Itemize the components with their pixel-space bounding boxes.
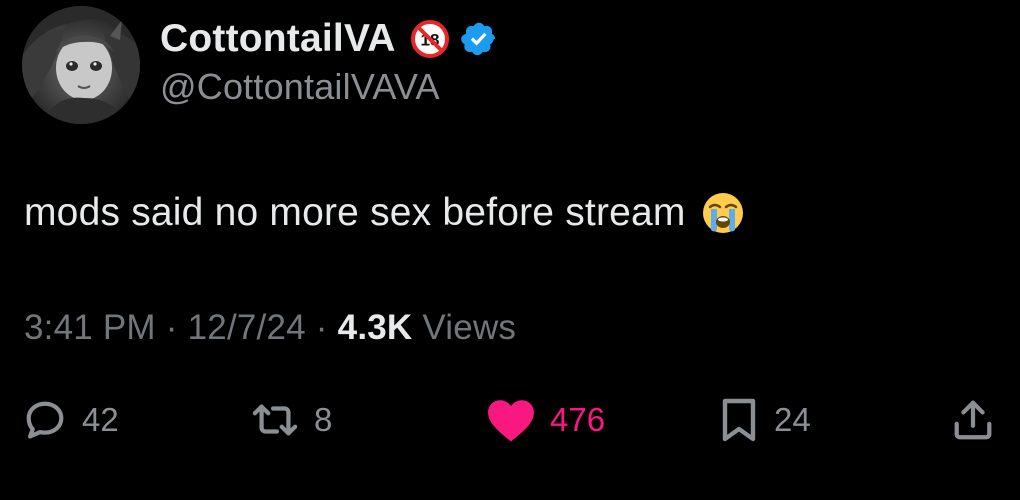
bookmark-icon bbox=[722, 398, 756, 442]
bookmark-button[interactable]: 24 bbox=[718, 390, 811, 450]
repost-icon bbox=[252, 404, 298, 436]
repost-button[interactable]: 8 bbox=[250, 390, 332, 450]
author-name-row: CottontailVA 18 bbox=[160, 14, 498, 64]
action-bar: 42 8 476 24 bbox=[0, 390, 1020, 450]
share-icon bbox=[954, 400, 992, 440]
like-button[interactable]: 476 bbox=[486, 390, 605, 450]
share-button[interactable] bbox=[950, 390, 996, 450]
display-name[interactable]: CottontailVA bbox=[160, 17, 396, 61]
tweet-time[interactable]: 3:41 PM bbox=[24, 308, 156, 348]
verified-icon[interactable] bbox=[460, 20, 498, 58]
crying-face-emoji-icon bbox=[700, 190, 746, 236]
views-count: 4.3K bbox=[337, 308, 413, 347]
author-handle[interactable]: @CottontailVAVA bbox=[160, 66, 440, 108]
bookmark-count: 24 bbox=[774, 401, 811, 438]
age-restricted-icon: 18 bbox=[410, 19, 450, 59]
meta-separator: · bbox=[315, 308, 328, 347]
tweet-date[interactable]: 12/7/24 bbox=[188, 308, 306, 348]
tweet-text-content: mods said no more sex before stream bbox=[24, 191, 686, 234]
reply-icon bbox=[26, 401, 64, 439]
like-icon bbox=[488, 400, 534, 442]
tweet-meta: 3:41 PM · 12/7/24 · 4.3K Views bbox=[24, 308, 516, 348]
avatar[interactable] bbox=[22, 6, 140, 124]
reply-count: 42 bbox=[82, 401, 119, 438]
repost-count: 8 bbox=[314, 401, 333, 438]
tweet-card: CottontailVA 18 @CottontailVAVA mods sai… bbox=[0, 0, 1020, 500]
meta-separator: · bbox=[165, 308, 178, 347]
tweet-text: mods said no more sex before stream bbox=[24, 190, 746, 236]
views-label: Views bbox=[422, 308, 517, 347]
reply-button[interactable]: 42 bbox=[22, 390, 119, 450]
like-count: 476 bbox=[550, 401, 606, 438]
